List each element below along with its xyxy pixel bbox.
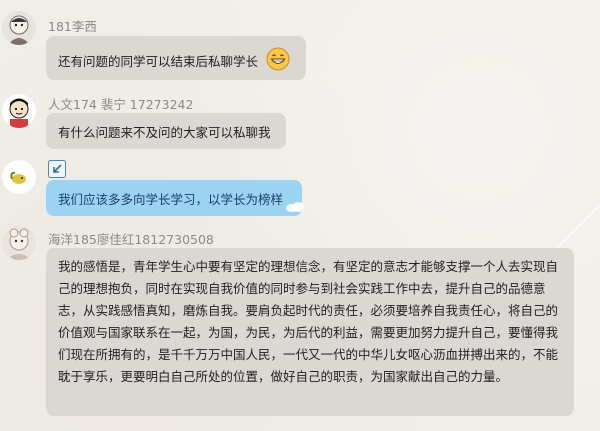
avatar[interactable] — [2, 226, 36, 260]
message-text: 我们应该多多向学长学习，以学长为榜样 — [58, 192, 284, 207]
grinning-face-emoji-icon — [266, 47, 290, 78]
message-bubble[interactable]: 有什么问题来不及问的大家可以私聊我 — [46, 113, 286, 149]
message-text: 我的感悟是，青年学生心中要有坚定的理想信念，有坚定的意志才能够支撑一个人去实现自… — [58, 259, 559, 384]
sender-name: 181李西 — [48, 19, 97, 34]
reply-arrow-icon[interactable] — [48, 160, 66, 178]
sender-name: 海洋185廖佳红1812730508 — [48, 232, 214, 247]
message-bubble[interactable]: 我的感悟是，青年学生心中要有坚定的理想信念，有坚定的意志才能够支撑一个人去实现自… — [46, 248, 574, 416]
message-bubble[interactable]: 还有问题的同学可以结束后私聊学长 — [46, 36, 306, 80]
message-text: 还有问题的同学可以结束后私聊学长 — [58, 54, 259, 69]
avatar[interactable] — [2, 94, 36, 128]
message-bubble[interactable]: 我们应该多多向学长学习，以学长为榜样 — [46, 180, 302, 216]
sender-name: 人文174 裴宁 17273242 — [48, 97, 194, 112]
bubble-cloud-decoration-icon — [286, 202, 304, 212]
avatar[interactable] — [2, 11, 36, 45]
message-text: 有什么问题来不及问的大家可以私聊我 — [58, 125, 271, 140]
avatar[interactable] — [2, 160, 36, 194]
